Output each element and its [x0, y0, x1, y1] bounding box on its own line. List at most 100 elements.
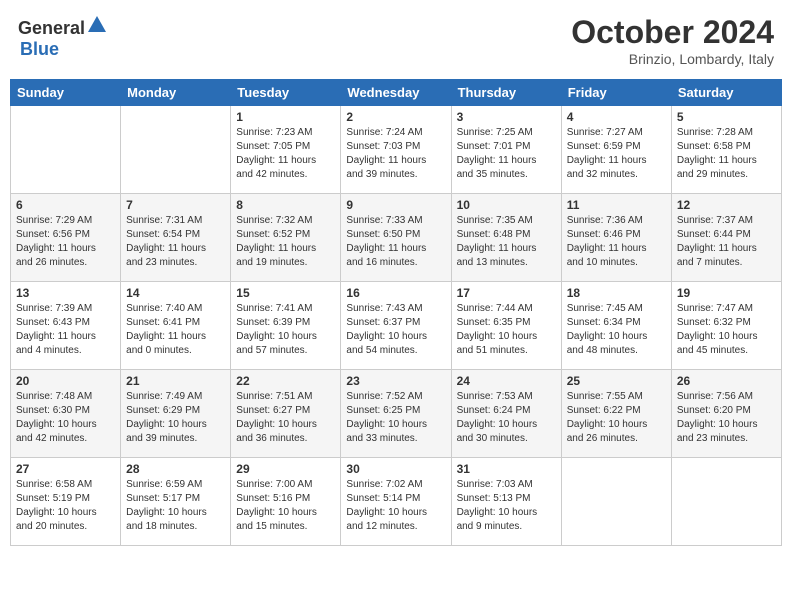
day-info: Sunrise: 7:00 AM Sunset: 5:16 PM Dayligh… [236, 478, 335, 534]
day-info: Sunrise: 7:36 AM Sunset: 6:46 PM Dayligh… [567, 214, 666, 270]
day-info: Sunrise: 7:37 AM Sunset: 6:44 PM Dayligh… [677, 214, 776, 270]
day-number: 12 [677, 198, 776, 212]
day-header-monday: Monday [121, 80, 231, 106]
calendar-cell: 26 Sunrise: 7:56 AM Sunset: 6:20 PM Dayli… [671, 370, 781, 458]
calendar-cell [561, 458, 671, 546]
day-number: 26 [677, 374, 776, 388]
day-number: 14 [126, 286, 225, 300]
calendar-cell: 29Sunrise: 7:00 AM Sunset: 5:16 PM Dayli… [231, 458, 341, 546]
day-number: 31 [457, 462, 556, 476]
calendar-cell: 2 Sunrise: 7:24 AM Sunset: 7:03 PM Daylig… [341, 106, 451, 194]
day-info: Sunrise: 7:29 AM Sunset: 6:56 PM Dayligh… [16, 214, 115, 270]
day-number: 9 [346, 198, 445, 212]
calendar-cell: 22Sunrise: 7:51 AM Sunset: 6:27 PM Dayli… [231, 370, 341, 458]
calendar-cell: 27Sunrise: 6:58 AM Sunset: 5:19 PM Dayli… [11, 458, 121, 546]
logo-flag-icon [86, 14, 108, 39]
day-header-saturday: Saturday [671, 80, 781, 106]
calendar-cell: 20 Sunrise: 7:48 AM Sunset: 6:30 PM Dayli… [11, 370, 121, 458]
week-row-3: 13Sunrise: 7:39 AM Sunset: 6:43 PM Dayli… [11, 282, 782, 370]
day-info: Sunrise: 7:32 AM Sunset: 6:52 PM Dayligh… [236, 214, 335, 270]
day-header-thursday: Thursday [451, 80, 561, 106]
day-info: Sunrise: 7:47 AM Sunset: 6:32 PM Dayligh… [677, 302, 776, 358]
logo-text: General Blue [18, 14, 109, 60]
calendar-cell: 31 Sunrise: 7:03 AM Sunset: 5:13 PM Dayli… [451, 458, 561, 546]
day-number: 27 [16, 462, 115, 476]
day-number: 20 [16, 374, 115, 388]
day-info: Sunrise: 6:59 AM Sunset: 5:17 PM Dayligh… [126, 478, 225, 534]
day-info: Sunrise: 7:56 AM Sunset: 6:20 PM Dayligh… [677, 390, 776, 446]
day-number: 15 [236, 286, 335, 300]
day-number: 7 [126, 198, 225, 212]
week-row-5: 27Sunrise: 6:58 AM Sunset: 5:19 PM Dayli… [11, 458, 782, 546]
day-info: Sunrise: 7:49 AM Sunset: 6:29 PM Dayligh… [126, 390, 225, 446]
calendar-cell: 14 Sunrise: 7:40 AM Sunset: 6:41 PM Dayli… [121, 282, 231, 370]
day-header-sunday: Sunday [11, 80, 121, 106]
day-number: 25 [567, 374, 666, 388]
day-number: 22 [236, 374, 335, 388]
day-header-wednesday: Wednesday [341, 80, 451, 106]
logo-blue: Blue [20, 39, 59, 59]
day-header-tuesday: Tuesday [231, 80, 341, 106]
day-number: 11 [567, 198, 666, 212]
week-row-4: 20 Sunrise: 7:48 AM Sunset: 6:30 PM Dayli… [11, 370, 782, 458]
calendar-cell: 25 Sunrise: 7:55 AM Sunset: 6:22 PM Dayli… [561, 370, 671, 458]
day-info: Sunrise: 7:48 AM Sunset: 6:30 PM Dayligh… [16, 390, 115, 446]
day-info: Sunrise: 7:33 AM Sunset: 6:50 PM Dayligh… [346, 214, 445, 270]
week-row-1: 1 Sunrise: 7:23 AM Sunset: 7:05 PM Daylig… [11, 106, 782, 194]
day-info: Sunrise: 7:31 AM Sunset: 6:54 PM Dayligh… [126, 214, 225, 270]
day-info: Sunrise: 7:55 AM Sunset: 6:22 PM Dayligh… [567, 390, 666, 446]
day-number: 23 [346, 374, 445, 388]
day-headers-row: SundayMondayTuesdayWednesdayThursdayFrid… [11, 80, 782, 106]
day-info: Sunrise: 7:45 AM Sunset: 6:34 PM Dayligh… [567, 302, 666, 358]
day-number: 30 [346, 462, 445, 476]
week-row-2: 6 Sunrise: 7:29 AM Sunset: 6:56 PM Daylig… [11, 194, 782, 282]
day-info: Sunrise: 7:24 AM Sunset: 7:03 PM Dayligh… [346, 126, 445, 182]
calendar-cell: 5 Sunrise: 7:28 AM Sunset: 6:58 PM Daylig… [671, 106, 781, 194]
calendar-cell: 18 Sunrise: 7:45 AM Sunset: 6:34 PM Dayli… [561, 282, 671, 370]
day-info: Sunrise: 7:27 AM Sunset: 6:59 PM Dayligh… [567, 126, 666, 182]
calendar-cell: 28Sunrise: 6:59 AM Sunset: 5:17 PM Dayli… [121, 458, 231, 546]
day-info: Sunrise: 7:43 AM Sunset: 6:37 PM Dayligh… [346, 302, 445, 358]
day-header-friday: Friday [561, 80, 671, 106]
day-number: 21 [126, 374, 225, 388]
day-number: 2 [346, 110, 445, 124]
calendar-cell: 6 Sunrise: 7:29 AM Sunset: 6:56 PM Daylig… [11, 194, 121, 282]
day-info: Sunrise: 7:25 AM Sunset: 7:01 PM Dayligh… [457, 126, 556, 182]
day-number: 4 [567, 110, 666, 124]
calendar-cell: 7 Sunrise: 7:31 AM Sunset: 6:54 PM Daylig… [121, 194, 231, 282]
day-number: 24 [457, 374, 556, 388]
calendar-title: October 2024 [571, 14, 774, 51]
day-info: Sunrise: 7:39 AM Sunset: 6:43 PM Dayligh… [16, 302, 115, 358]
calendar-cell: 9 Sunrise: 7:33 AM Sunset: 6:50 PM Daylig… [341, 194, 451, 282]
day-number: 5 [677, 110, 776, 124]
day-number: 1 [236, 110, 335, 124]
day-info: Sunrise: 7:23 AM Sunset: 7:05 PM Dayligh… [236, 126, 335, 182]
calendar-cell: 13Sunrise: 7:39 AM Sunset: 6:43 PM Dayli… [11, 282, 121, 370]
day-info: Sunrise: 7:35 AM Sunset: 6:48 PM Dayligh… [457, 214, 556, 270]
day-info: Sunrise: 7:52 AM Sunset: 6:25 PM Dayligh… [346, 390, 445, 446]
day-info: Sunrise: 7:02 AM Sunset: 5:14 PM Dayligh… [346, 478, 445, 534]
day-number: 6 [16, 198, 115, 212]
calendar-cell: 17Sunrise: 7:44 AM Sunset: 6:35 PM Dayli… [451, 282, 561, 370]
calendar-cell: 30 Sunrise: 7:02 AM Sunset: 5:14 PM Dayli… [341, 458, 451, 546]
calendar-cell: 16Sunrise: 7:43 AM Sunset: 6:37 PM Dayli… [341, 282, 451, 370]
calendar-cell: 3 Sunrise: 7:25 AM Sunset: 7:01 PM Daylig… [451, 106, 561, 194]
day-number: 3 [457, 110, 556, 124]
day-info: Sunrise: 7:28 AM Sunset: 6:58 PM Dayligh… [677, 126, 776, 182]
day-info: Sunrise: 7:03 AM Sunset: 5:13 PM Dayligh… [457, 478, 556, 534]
day-info: Sunrise: 7:40 AM Sunset: 6:41 PM Dayligh… [126, 302, 225, 358]
day-number: 18 [567, 286, 666, 300]
calendar-cell: 12 Sunrise: 7:37 AM Sunset: 6:44 PM Dayli… [671, 194, 781, 282]
calendar-location: Brinzio, Lombardy, Italy [571, 51, 774, 67]
calendar-cell: 19 Sunrise: 7:47 AM Sunset: 6:32 PM Dayli… [671, 282, 781, 370]
day-number: 10 [457, 198, 556, 212]
calendar-cell [121, 106, 231, 194]
calendar-cell: 23 Sunrise: 7:52 AM Sunset: 6:25 PM Dayli… [341, 370, 451, 458]
day-number: 17 [457, 286, 556, 300]
day-info: Sunrise: 7:41 AM Sunset: 6:39 PM Dayligh… [236, 302, 335, 358]
calendar-cell: 21 Sunrise: 7:49 AM Sunset: 6:29 PM Dayli… [121, 370, 231, 458]
day-info: Sunrise: 7:53 AM Sunset: 6:24 PM Dayligh… [457, 390, 556, 446]
logo-general: General [18, 18, 85, 38]
day-number: 8 [236, 198, 335, 212]
day-number: 19 [677, 286, 776, 300]
